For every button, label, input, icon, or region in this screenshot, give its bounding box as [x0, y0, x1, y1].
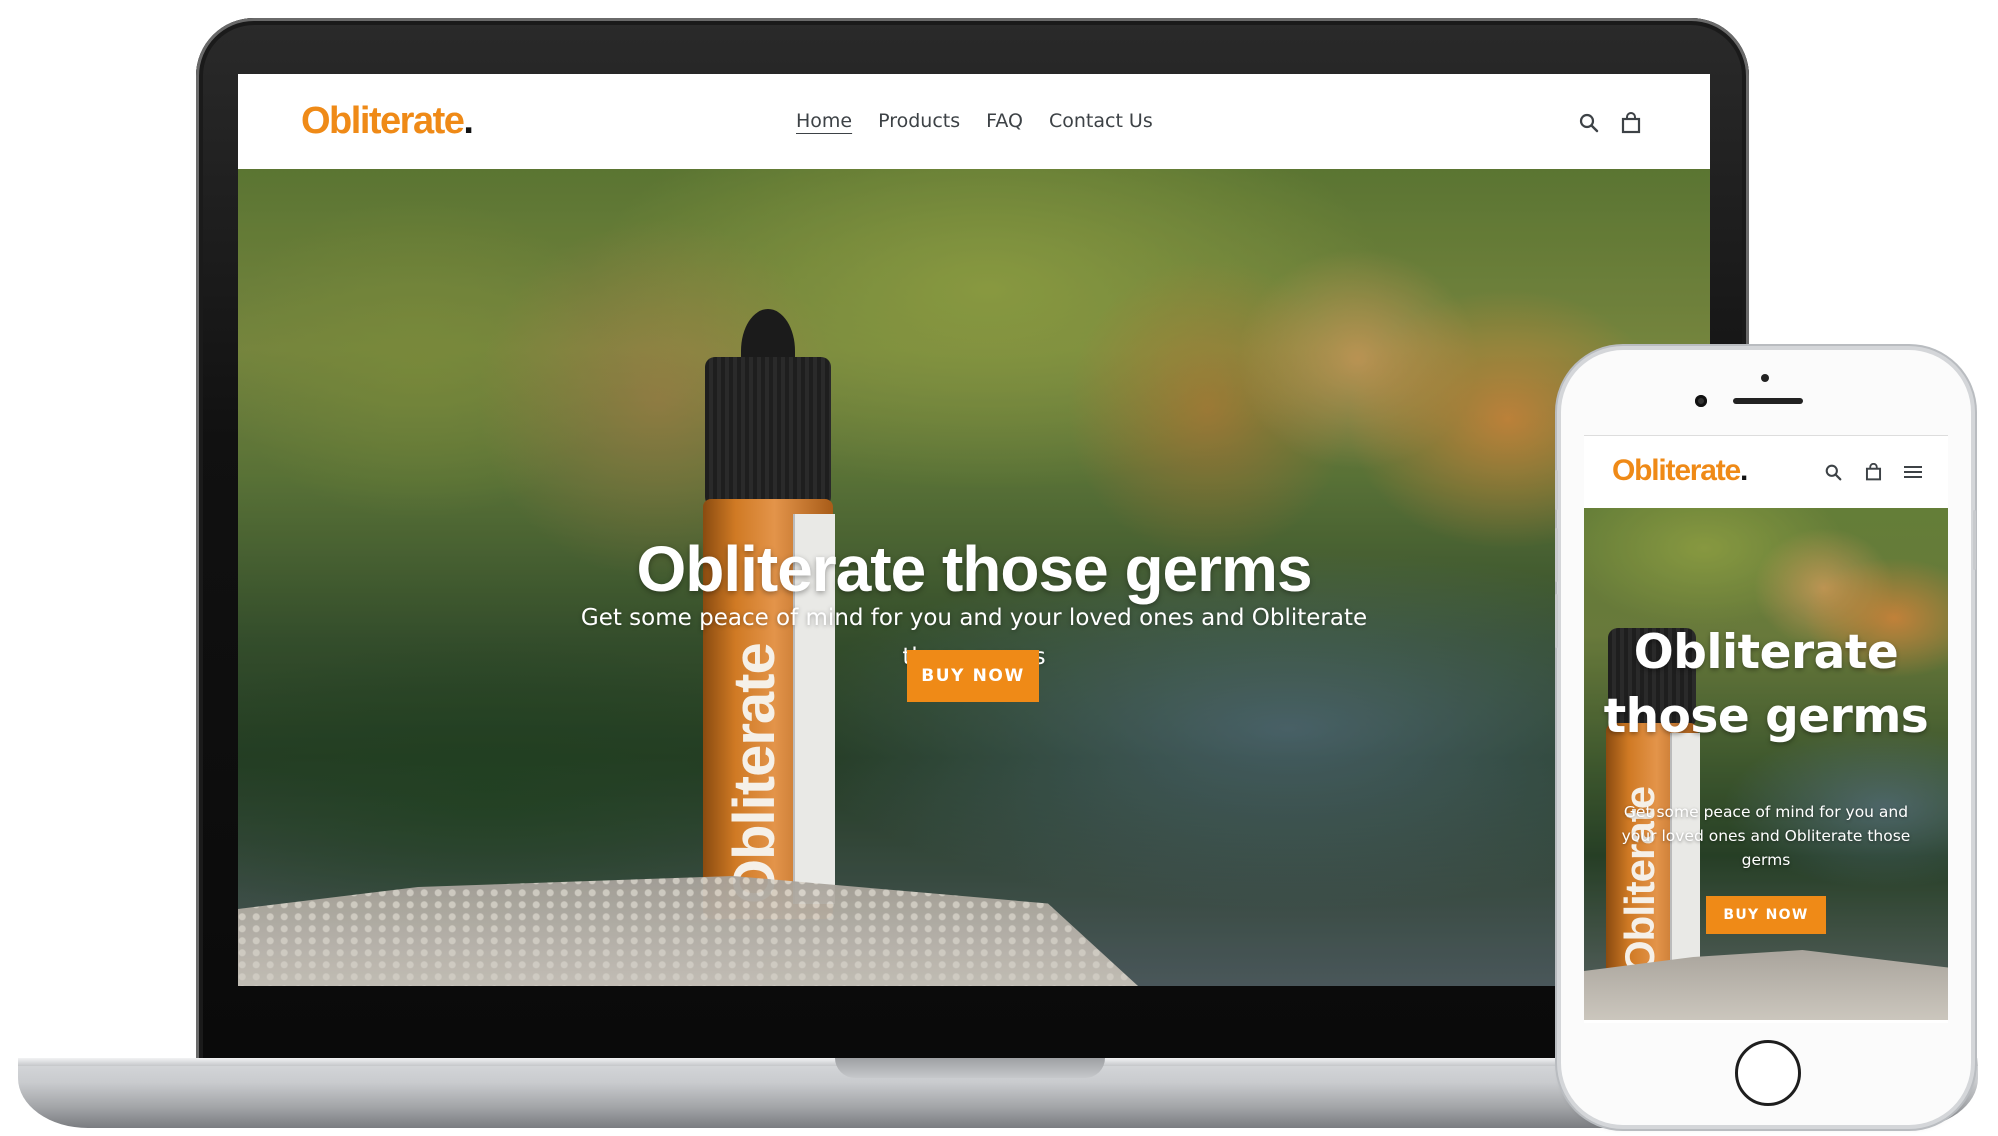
brand-logo[interactable]: Obliterate. [301, 100, 474, 143]
phone-power-button [1973, 510, 1976, 570]
mobile-hero-banner: Obliterate Obliterate those germs Get so… [1584, 508, 1948, 1020]
mobile-brand-logo-dot: . [1740, 454, 1748, 487]
buy-now-button[interactable]: BUY NOW [907, 650, 1039, 702]
phone-volume-down-2 [1555, 594, 1558, 648]
laptop-screen: Obliterate. Home Products FAQ Contact Us… [238, 74, 1710, 986]
nav-products-link[interactable]: Products [878, 110, 960, 132]
hero-title: Obliterate those germs [636, 532, 1312, 605]
mobile-search-icon[interactable] [1821, 460, 1845, 484]
laptop-notch [835, 1058, 1105, 1078]
mobile-cart-icon[interactable] [1861, 460, 1885, 484]
phone-volume-up [1555, 470, 1558, 510]
brand-logo-text: Obliterate [301, 100, 465, 142]
mobile-hero-title: Obliterate those germs [1603, 625, 1929, 745]
mobile-header: Obliterate. [1584, 436, 1948, 508]
site-header: Obliterate. Home Products FAQ Contact Us [238, 74, 1710, 169]
nav-home-link[interactable]: Home [796, 110, 852, 132]
mobile-brand-logo-text: Obliterate [1612, 454, 1741, 487]
mobile-brand-logo[interactable]: Obliterate. [1612, 454, 1748, 488]
mobile-hero-subtitle: Get some peace of mind for you and your … [1621, 802, 1911, 869]
mobile-buy-now-button[interactable]: BUY NOW [1706, 896, 1826, 934]
search-icon[interactable] [1576, 110, 1602, 136]
bottle-brand-text: Obliterate [722, 643, 787, 904]
header-icons [1576, 110, 1644, 136]
phone-frame: Obliterate. Obliterate Obliterate those … [1555, 350, 1976, 1125]
phone-screen: Obliterate. Obliterate Obliterate those … [1584, 435, 1948, 1023]
nav-contact-link[interactable]: Contact Us [1049, 110, 1153, 132]
phone-volume-down [1555, 528, 1558, 582]
phone-sensor [1761, 374, 1769, 382]
hero-banner: Obliterate Obliterate those germs Get so… [238, 169, 1710, 986]
brand-logo-dot: . [463, 100, 474, 142]
mobile-header-icons [1821, 460, 1925, 484]
phone-camera [1695, 395, 1707, 407]
menu-icon[interactable] [1901, 460, 1925, 484]
phone-speaker [1733, 398, 1803, 404]
nav-faq-link[interactable]: FAQ [986, 110, 1023, 132]
phone-home-button[interactable] [1735, 1040, 1801, 1106]
cart-icon[interactable] [1618, 110, 1644, 136]
main-nav: Home Products FAQ Contact Us [796, 110, 1153, 132]
